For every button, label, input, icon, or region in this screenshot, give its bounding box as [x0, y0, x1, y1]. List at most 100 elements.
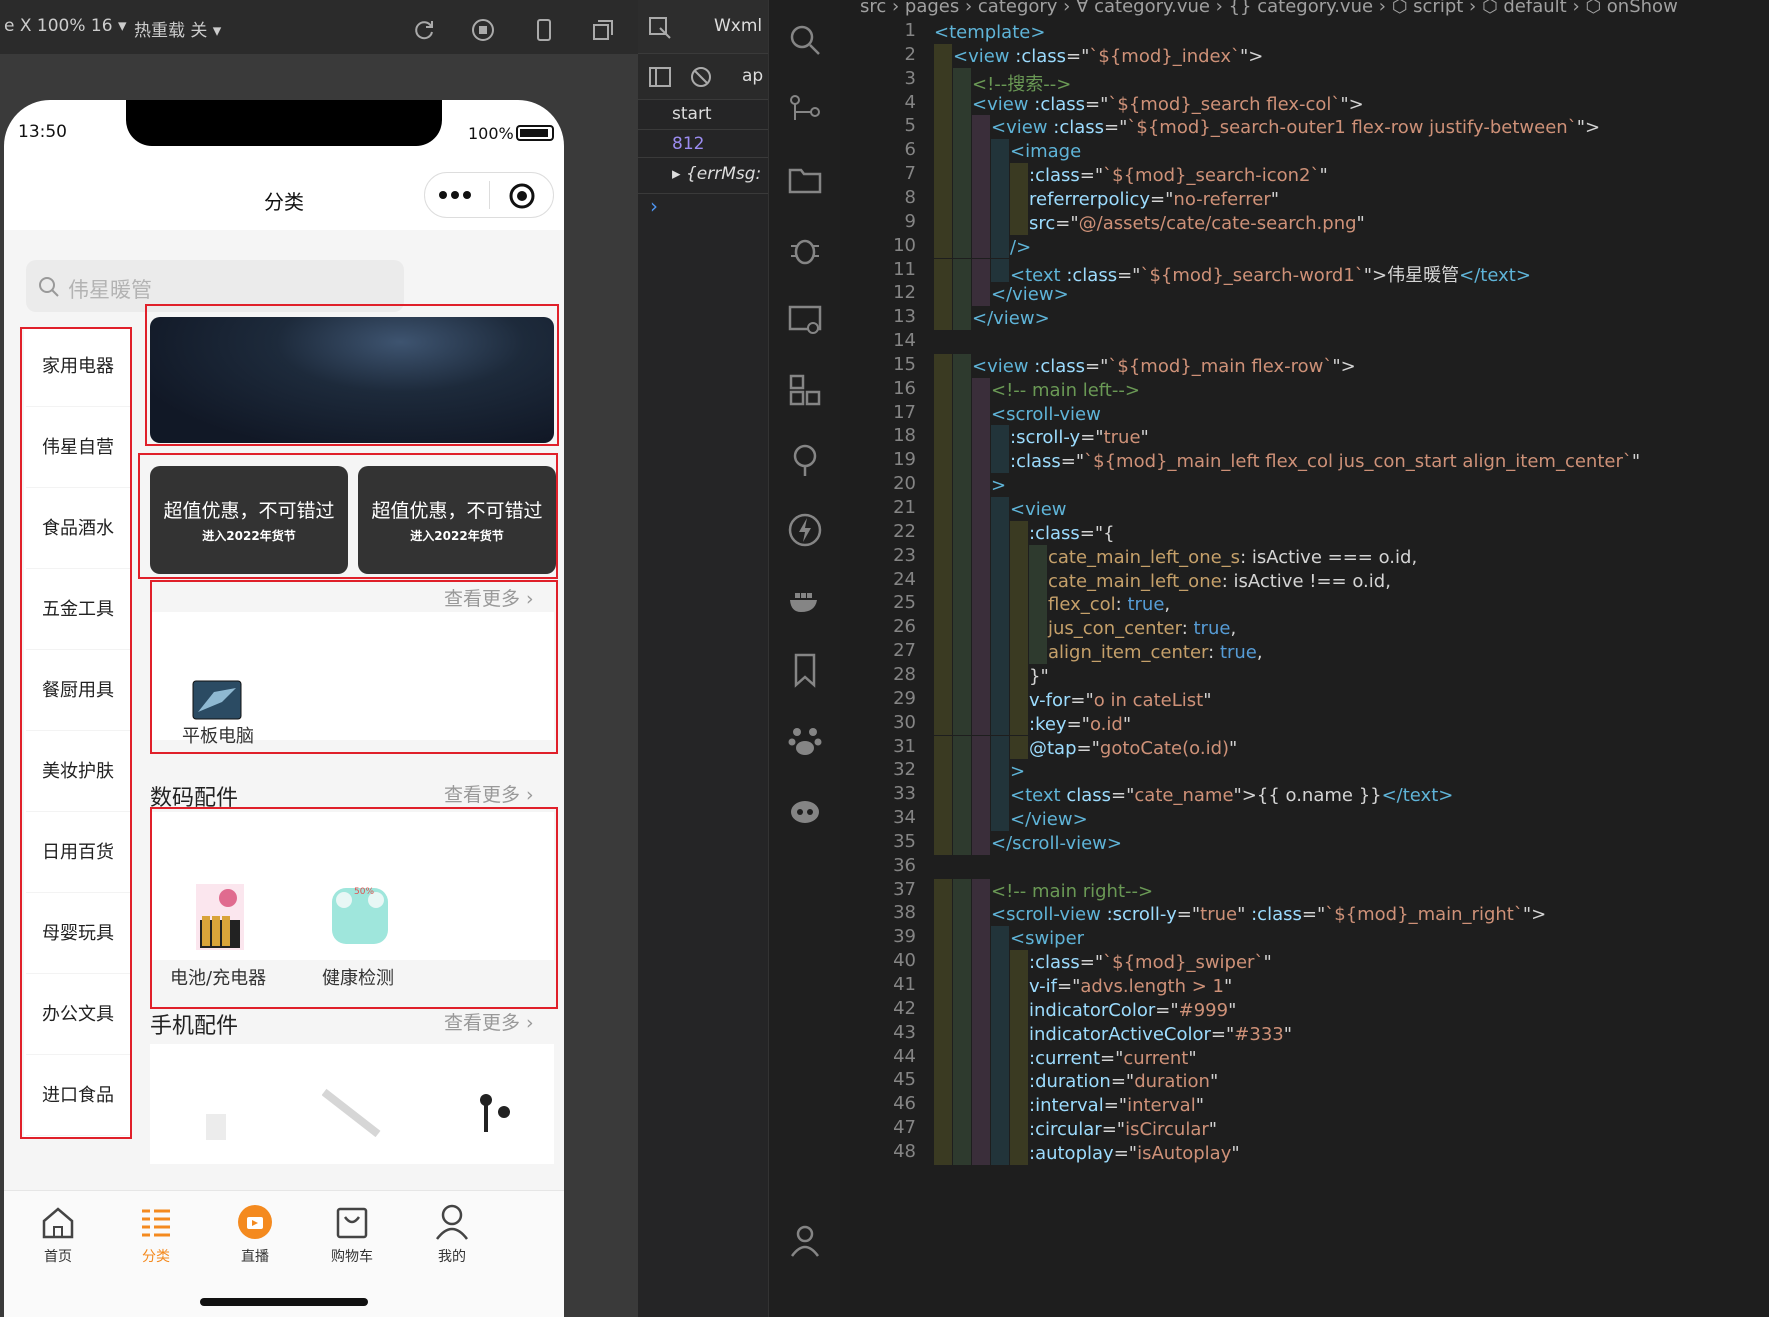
code-line[interactable]: />: [1010, 237, 1031, 258]
code-line[interactable]: align_item_center: true,: [1048, 642, 1263, 663]
code-line[interactable]: referrerpolicy="no-referrer": [1029, 189, 1279, 210]
code-line[interactable]: <view :class="`${mod}_index`">: [953, 46, 1263, 67]
home-icon[interactable]: [40, 1205, 76, 1241]
code-line[interactable]: <text class="cate_name">{{ o.name }}</te…: [1010, 785, 1453, 806]
code-line[interactable]: </view>: [991, 284, 1069, 305]
phone-accessory-image[interactable]: [204, 1110, 228, 1140]
tab-cart[interactable]: 购物车: [322, 1246, 382, 1266]
code-line[interactable]: <!-- main left-->: [991, 380, 1140, 401]
code-line[interactable]: v-if="advs.length > 1": [1029, 976, 1232, 997]
tab-live[interactable]: 直播: [225, 1246, 285, 1266]
window-icon[interactable]: [591, 18, 615, 42]
code-line[interactable]: }": [1029, 666, 1049, 687]
code-line[interactable]: <view :class="`${mod}_main flex-row`">: [972, 356, 1356, 377]
hot-reload-toggle[interactable]: 热重载 关 ▾: [134, 16, 221, 41]
code-line[interactable]: >: [1010, 761, 1025, 782]
console-prompt[interactable]: ›: [650, 194, 658, 218]
console-line[interactable]: ▸ {errMsg:: [638, 158, 768, 194]
code-line[interactable]: <image: [1010, 141, 1081, 162]
see-more-link[interactable]: 查看更多 ›: [444, 780, 534, 807]
tree-icon[interactable]: [787, 442, 823, 478]
search-icon[interactable]: [787, 22, 823, 58]
folder-icon[interactable]: [787, 162, 823, 198]
device-selector[interactable]: e X 100% 16 ▾: [4, 16, 127, 36]
tab-category[interactable]: 分类: [126, 1246, 186, 1266]
code-line[interactable]: <view :class="`${mod}_search-outer1 flex…: [991, 117, 1600, 138]
code-line[interactable]: </view>: [1010, 809, 1088, 830]
code-line[interactable]: @tap="gotoCate(o.id)": [1029, 738, 1237, 759]
code-line[interactable]: <scroll-view: [991, 404, 1101, 425]
code-line[interactable]: <text :class="`${mod}_search-word1`">伟星暖…: [1010, 261, 1531, 287]
code-line[interactable]: :class="`${mod}_search-icon2`": [1029, 165, 1328, 186]
code-line[interactable]: flex_col: true,: [1048, 594, 1170, 615]
source-control-icon[interactable]: [787, 92, 823, 128]
code-line[interactable]: :duration="duration": [1029, 1071, 1218, 1092]
indent-guide: [953, 830, 971, 855]
extensions-icon[interactable]: [787, 372, 823, 408]
indent-guide: [972, 1021, 990, 1046]
lightning-icon[interactable]: [787, 512, 823, 548]
code-line[interactable]: jus_con_center: true,: [1048, 618, 1236, 639]
code-line[interactable]: src="@/assets/cate/cate-search.png": [1029, 213, 1365, 234]
refresh-icon[interactable]: [412, 18, 436, 42]
inspect-icon[interactable]: [648, 16, 672, 40]
live-icon[interactable]: [236, 1203, 274, 1241]
code-line[interactable]: :circular="isCircular": [1029, 1119, 1217, 1140]
code-line[interactable]: :class="`${mod}_swiper`": [1029, 952, 1272, 973]
category-icon[interactable]: [138, 1205, 174, 1241]
bookmark-icon[interactable]: [787, 652, 823, 688]
indent-guide: [953, 544, 971, 569]
earphone-product-image[interactable]: [474, 1090, 514, 1138]
copilot-icon[interactable]: [787, 792, 823, 828]
code-line[interactable]: indicatorColor="#999": [1029, 1000, 1236, 1021]
code-token: ": [1319, 165, 1328, 187]
account-icon[interactable]: [787, 1222, 823, 1258]
code-line[interactable]: :autoplay="isAutoplay": [1029, 1143, 1240, 1164]
code-line[interactable]: <view :class="`${mod}_search flex-col`">: [972, 94, 1364, 115]
code-token: <scroll-view: [991, 403, 1101, 425]
stop-icon[interactable]: [471, 18, 495, 42]
code-line[interactable]: :current="current": [1029, 1048, 1197, 1069]
code-line[interactable]: </view>: [972, 308, 1050, 329]
sidebar-toggle-icon[interactable]: [648, 66, 672, 88]
indent-guide: [972, 974, 990, 998]
code-line[interactable]: <swiper: [1010, 928, 1084, 949]
indent-guide: [972, 950, 990, 974]
code-line[interactable]: </scroll-view>: [991, 833, 1122, 854]
code-line[interactable]: <!-- main right-->: [991, 881, 1153, 902]
paw-icon[interactable]: [787, 722, 823, 758]
code-line[interactable]: <scroll-view :scroll-y="true" :class="`$…: [991, 904, 1546, 925]
tab-wxml[interactable]: Wxml: [714, 16, 762, 36]
code-line[interactable]: indicatorActiveColor="#333": [1029, 1024, 1292, 1045]
cable-product-image[interactable]: [322, 1088, 382, 1138]
profile-icon[interactable]: [434, 1203, 470, 1241]
breadcrumb[interactable]: src › pages › category › ∀ category.vue …: [860, 0, 1678, 17]
code-line[interactable]: :class="`${mod}_main_left flex_col jus_c…: [1010, 451, 1640, 472]
cart-icon[interactable]: [334, 1205, 370, 1241]
code-line[interactable]: :scroll-y="true": [1010, 427, 1149, 448]
remote-icon[interactable]: [787, 302, 823, 338]
code-line[interactable]: v-for="o in cateList": [1029, 690, 1211, 711]
console-filter[interactable]: ap: [742, 66, 763, 86]
docker-icon[interactable]: [787, 582, 823, 618]
code-line[interactable]: :class="{: [1029, 523, 1115, 544]
close-circle-icon[interactable]: [507, 181, 537, 211]
code-token: </view>: [1010, 809, 1088, 831]
see-more-link[interactable]: 查看更多 ›: [444, 1008, 534, 1035]
code-line[interactable]: <view: [1010, 499, 1067, 520]
more-dots-icon[interactable]: [437, 187, 473, 203]
code-line[interactable]: <!--搜索-->: [972, 70, 1071, 96]
miniprogram-capsule[interactable]: [424, 172, 554, 218]
code-line[interactable]: cate_main_left_one: isActive !== o.id,: [1048, 571, 1391, 592]
tab-me[interactable]: 我的: [422, 1246, 482, 1266]
clear-console-icon[interactable]: [690, 66, 712, 88]
code-line[interactable]: :key="o.id": [1029, 714, 1131, 735]
code-line[interactable]: :interval="interval": [1029, 1095, 1204, 1116]
phone-icon[interactable]: [532, 18, 556, 42]
console-object[interactable]: ▸ {errMsg:: [672, 164, 761, 184]
code-line[interactable]: cate_main_left_one_s: isActive === o.id,: [1048, 547, 1417, 568]
code-line[interactable]: <template>: [934, 22, 1045, 43]
tab-home[interactable]: 首页: [28, 1246, 88, 1266]
debug-icon[interactable]: [787, 232, 823, 268]
code-line[interactable]: >: [991, 475, 1006, 496]
